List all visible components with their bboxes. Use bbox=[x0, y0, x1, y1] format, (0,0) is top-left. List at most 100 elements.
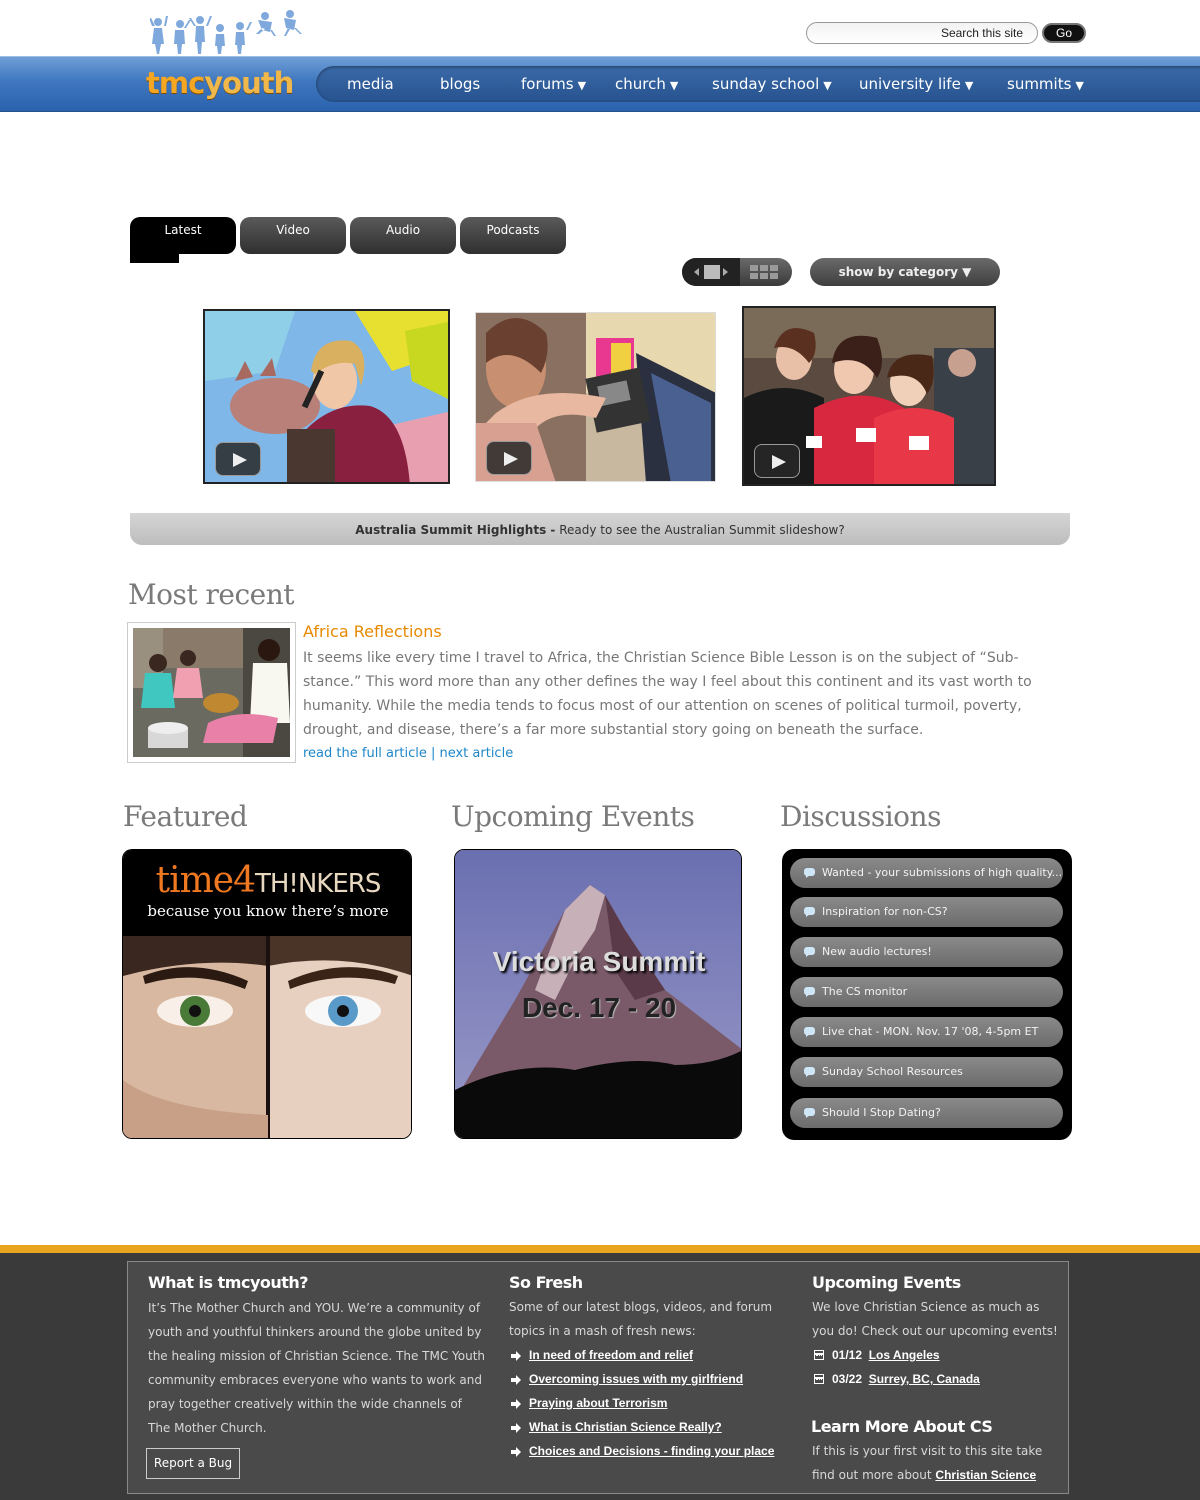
fresh-link[interactable]: Praying about Terrorism bbox=[529, 1396, 667, 1410]
nav-item-sunday-school[interactable]: sunday school ▼ bbox=[712, 75, 832, 93]
play-icon[interactable] bbox=[486, 441, 532, 475]
chevron-down-icon: ▼ bbox=[577, 79, 587, 92]
nav-item-university-life[interactable]: university life ▼ bbox=[859, 75, 973, 93]
christian-science-link[interactable]: Christian Science bbox=[935, 1468, 1036, 1482]
arrow-right-icon bbox=[511, 1375, 521, 1385]
read-full-article-link[interactable]: read the full article bbox=[303, 746, 427, 761]
nav-item-church[interactable]: church ▼ bbox=[615, 75, 678, 93]
chat-bubble-icon bbox=[804, 947, 815, 957]
discussions-heading: Discussions bbox=[780, 800, 941, 833]
fresh-link[interactable]: In need of freedom and relief bbox=[529, 1348, 693, 1362]
featured-title: time4TH!NKERS bbox=[123, 860, 411, 901]
logo-text-youth: youth bbox=[204, 66, 294, 100]
featured-title-part: time bbox=[155, 860, 234, 901]
event-link[interactable]: 01/12 Los Angeles bbox=[832, 1348, 940, 1362]
discussion-title: New audio lectures! bbox=[822, 945, 932, 958]
chat-bubble-icon bbox=[804, 1108, 815, 1118]
slideshow-caption[interactable]: Australia Summit Highlights - Ready to s… bbox=[130, 513, 1070, 545]
event-dates: Dec. 17 - 20 bbox=[521, 992, 677, 1023]
video-thumbnail-group[interactable] bbox=[742, 306, 996, 486]
nav-item-label: forums bbox=[521, 75, 574, 93]
arrow-right-icon bbox=[511, 1447, 521, 1457]
article-links: read the full article | next article bbox=[303, 746, 513, 761]
discussion-item[interactable]: Wanted - your submissions of high qualit… bbox=[790, 858, 1063, 888]
featured-title-part: TH!NKERS bbox=[254, 869, 381, 899]
chat-bubble-icon bbox=[804, 1027, 815, 1037]
search-input[interactable] bbox=[806, 22, 1038, 44]
nav-item-label: blogs bbox=[440, 75, 481, 93]
arrow-right-icon bbox=[511, 1351, 521, 1361]
nav-item-media[interactable]: media bbox=[347, 75, 394, 93]
fresh-link[interactable]: Overcoming issues with my girlfriend bbox=[529, 1372, 743, 1386]
main-navigation-bar: tmcyouth media blogs forums ▼ church ▼ sun… bbox=[0, 56, 1200, 112]
active-tab-notch bbox=[130, 250, 179, 263]
discussion-item[interactable]: Should I Stop Dating? bbox=[790, 1098, 1063, 1128]
footer-events-text: We love Christian Science as much as you… bbox=[812, 1300, 1058, 1338]
calendar-icon bbox=[814, 1374, 824, 1384]
footer-what-heading: What is tmcyouth? bbox=[148, 1273, 309, 1292]
play-icon[interactable] bbox=[754, 444, 800, 478]
slide-view-button[interactable] bbox=[682, 258, 740, 286]
event-card-victoria-summit[interactable]: Victoria Summit Dec. 17 - 20 bbox=[454, 849, 742, 1139]
grid-view-button[interactable] bbox=[742, 258, 792, 286]
article-excerpt: It seems like every time I travel to Afr… bbox=[303, 650, 1032, 738]
dancing-people-logo bbox=[150, 10, 302, 54]
chat-bubble-icon bbox=[804, 987, 815, 997]
nav-item-forums[interactable]: forums ▼ bbox=[521, 75, 586, 93]
fresh-link[interactable]: What is Christian Science Really? bbox=[529, 1420, 722, 1434]
slideshow-icon bbox=[694, 265, 728, 279]
nav-item-summits[interactable]: summits ▼ bbox=[1007, 75, 1084, 93]
tab-video[interactable]: Video bbox=[240, 217, 346, 254]
discussion-title: Wanted - your submissions of high qualit… bbox=[822, 866, 1063, 879]
nav-item-label: university life bbox=[859, 75, 961, 93]
discussion-title: Sunday School Resources bbox=[822, 1065, 963, 1078]
article-thumbnail[interactable] bbox=[127, 622, 296, 763]
tab-audio[interactable]: Audio bbox=[350, 217, 456, 254]
nav-item-blogs[interactable]: blogs bbox=[440, 75, 480, 93]
discussion-title: Live chat - MON. Nov. 17 '08, 4-5pm ET bbox=[822, 1025, 1039, 1038]
discussion-title: The CS monitor bbox=[822, 985, 908, 998]
featured-card-header: time4TH!NKERS because you know there’s m… bbox=[123, 850, 411, 936]
report-bug-button[interactable]: Report a Bug bbox=[146, 1448, 240, 1479]
footer-events-heading: Upcoming Events bbox=[812, 1273, 961, 1292]
footer-learn-heading: Learn More About CS bbox=[811, 1417, 993, 1436]
caption-title: Australia Summit Highlights - bbox=[355, 523, 556, 537]
upcoming-events-heading: Upcoming Events bbox=[451, 800, 695, 833]
footer-what-text: It’s The Mother Church and YOU. We’re a … bbox=[148, 1301, 486, 1435]
arrow-right-icon bbox=[511, 1423, 521, 1433]
discussions-list: Wanted - your submissions of high qualit… bbox=[782, 849, 1072, 1140]
video-thumbnail-speaker[interactable] bbox=[203, 309, 450, 484]
event-date: 01/12 bbox=[832, 1348, 863, 1362]
discussion-title: Inspiration for non-CS? bbox=[822, 905, 948, 918]
show-by-category-button[interactable]: show by category ▼ bbox=[810, 258, 1000, 286]
link-separator: | bbox=[426, 746, 440, 761]
nav-item-label: media bbox=[347, 75, 394, 93]
play-icon[interactable] bbox=[215, 442, 261, 476]
chevron-down-icon: ▼ bbox=[964, 79, 974, 92]
view-mode-toggle bbox=[682, 258, 792, 286]
chevron-down-icon: ▼ bbox=[669, 79, 679, 92]
event-link[interactable]: 03/22 Surrey, BC, Canada bbox=[832, 1372, 980, 1386]
discussion-title: Should I Stop Dating? bbox=[822, 1106, 941, 1119]
discussion-item[interactable]: Inspiration for non-CS? bbox=[790, 897, 1063, 927]
event-date: 03/22 bbox=[832, 1372, 863, 1386]
footer-fresh-text: Some of our latest blogs, videos, and fo… bbox=[509, 1300, 773, 1338]
article-title-link[interactable]: Africa Reflections bbox=[303, 622, 442, 641]
tmcyouth-logo[interactable]: tmcyouth bbox=[146, 66, 294, 100]
next-article-link[interactable]: next article bbox=[439, 746, 513, 761]
discussion-item[interactable]: Sunday School Resources bbox=[790, 1057, 1063, 1087]
video-thumbnail-phone[interactable] bbox=[475, 312, 716, 482]
go-button[interactable]: Go bbox=[1042, 23, 1086, 43]
africa-photo bbox=[133, 628, 290, 757]
tab-podcasts[interactable]: Podcasts bbox=[460, 217, 566, 254]
featured-title-part: 4 bbox=[233, 860, 256, 901]
fresh-link[interactable]: Choices and Decisions - finding your pla… bbox=[529, 1444, 774, 1458]
discussion-item[interactable]: New audio lectures! bbox=[790, 937, 1063, 967]
discussion-item[interactable]: Live chat - MON. Nov. 17 '08, 4-5pm ET bbox=[790, 1017, 1063, 1047]
nav-item-label: sunday school bbox=[712, 75, 820, 93]
discussion-item[interactable]: The CS monitor bbox=[790, 977, 1063, 1007]
tab-latest[interactable]: Latest bbox=[130, 217, 236, 254]
chat-bubble-icon bbox=[804, 868, 815, 878]
event-place: Surrey, BC, Canada bbox=[868, 1372, 980, 1386]
featured-card-time4thinkers[interactable]: time4TH!NKERS because you know there’s m… bbox=[122, 849, 412, 1139]
